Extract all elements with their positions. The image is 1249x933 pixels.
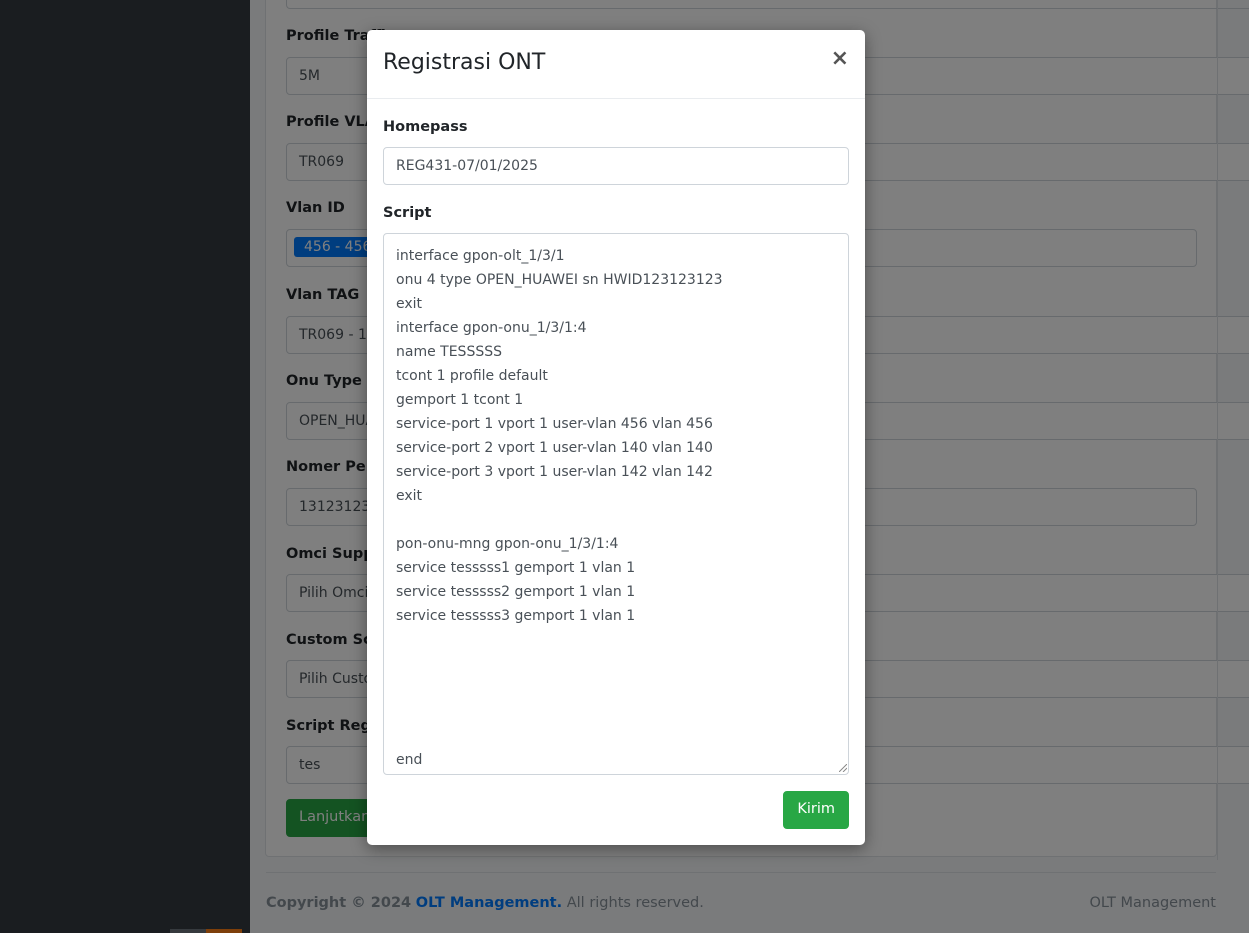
close-icon[interactable]: ×	[831, 46, 849, 71]
kirim-button[interactable]: Kirim	[783, 791, 849, 829]
registrasi-ont-modal: Registrasi ONT × Homepass REG431-07/01/2…	[367, 30, 865, 845]
modal-title: Registrasi ONT	[383, 50, 546, 75]
script-textarea[interactable]: interface gpon-olt_1/3/1 onu 4 type OPEN…	[383, 233, 849, 775]
homepass-label: Homepass	[383, 119, 468, 135]
homepass-input[interactable]: REG431-07/01/2025	[383, 147, 849, 185]
modal-header: Registrasi ONT ×	[367, 30, 865, 99]
script-label: Script	[383, 205, 432, 221]
resize-grip-icon[interactable]	[839, 764, 847, 772]
